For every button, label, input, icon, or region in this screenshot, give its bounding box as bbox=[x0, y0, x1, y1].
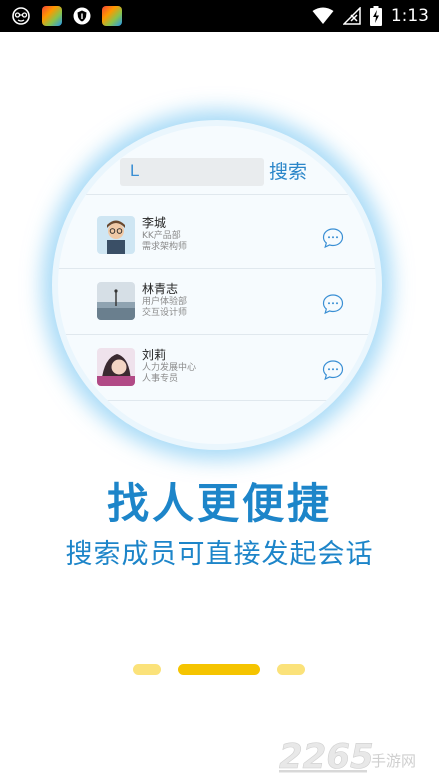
avatar bbox=[97, 282, 135, 320]
divider bbox=[58, 334, 376, 335]
contact-name: 李城 bbox=[142, 216, 167, 230]
page-title: 找人更便捷 bbox=[106, 479, 332, 528]
contact-title: 需求架构师 bbox=[142, 242, 188, 252]
contact-list-item[interactable]: 刘莉 人力发展中心 人事专员 bbox=[58, 338, 376, 402]
divider bbox=[58, 268, 376, 269]
watermark-text: 手游网 bbox=[371, 752, 417, 770]
contact-title: 交互设计师 bbox=[142, 308, 188, 318]
chat-bubble-icon[interactable] bbox=[321, 226, 345, 250]
page-dot[interactable] bbox=[277, 664, 305, 675]
divider bbox=[58, 194, 376, 195]
status-bar: 1:13 bbox=[0, 0, 439, 32]
feature-preview-circle: L 搜索 李城 KK产品部 需求架构师 林青志 用户体验部 交互设计师 刘莉 人… bbox=[52, 120, 382, 450]
contact-list-item[interactable]: 李城 KK产品部 需求架构师 bbox=[58, 206, 376, 270]
avatar bbox=[97, 216, 135, 254]
wifi-icon bbox=[312, 7, 334, 24]
status-bar-left bbox=[10, 6, 122, 26]
search-input[interactable]: L bbox=[120, 158, 264, 186]
contact-list-item[interactable]: 林青志 用户体验部 交互设计师 bbox=[58, 272, 376, 336]
watermark-logo: 2265 手游网 bbox=[279, 736, 429, 778]
app-icon bbox=[42, 6, 62, 26]
contact-name: 林青志 bbox=[142, 282, 179, 296]
chat-bubble-icon[interactable] bbox=[321, 358, 345, 382]
status-time: 1:13 bbox=[390, 6, 429, 26]
signal-icon bbox=[342, 7, 361, 25]
divider bbox=[58, 400, 376, 401]
chat-bubble-icon[interactable] bbox=[321, 292, 345, 316]
page-dot[interactable] bbox=[133, 664, 161, 675]
contact-department: 人力发展中心 bbox=[142, 363, 197, 373]
avatar bbox=[97, 348, 135, 386]
page-dot-active[interactable] bbox=[178, 664, 260, 675]
contact-department: KK产品部 bbox=[142, 231, 181, 241]
battery-charging-icon bbox=[369, 6, 382, 26]
search-input-value: L bbox=[130, 161, 140, 180]
contact-title: 人事专员 bbox=[142, 374, 179, 384]
contact-name: 刘莉 bbox=[142, 348, 167, 362]
page-indicator bbox=[0, 664, 439, 676]
page-subtitle: 搜索成员可直接发起会话 bbox=[65, 539, 374, 570]
shield-icon bbox=[73, 7, 91, 25]
contact-department: 用户体验部 bbox=[142, 297, 188, 307]
preview-screen: L 搜索 李城 KK产品部 需求架构师 林青志 用户体验部 交互设计师 刘莉 人… bbox=[58, 126, 376, 444]
search-button[interactable]: 搜索 bbox=[269, 158, 307, 186]
status-bar-right: 1:13 bbox=[312, 5, 429, 27]
app-icon bbox=[102, 6, 122, 26]
face-icon bbox=[12, 7, 30, 25]
